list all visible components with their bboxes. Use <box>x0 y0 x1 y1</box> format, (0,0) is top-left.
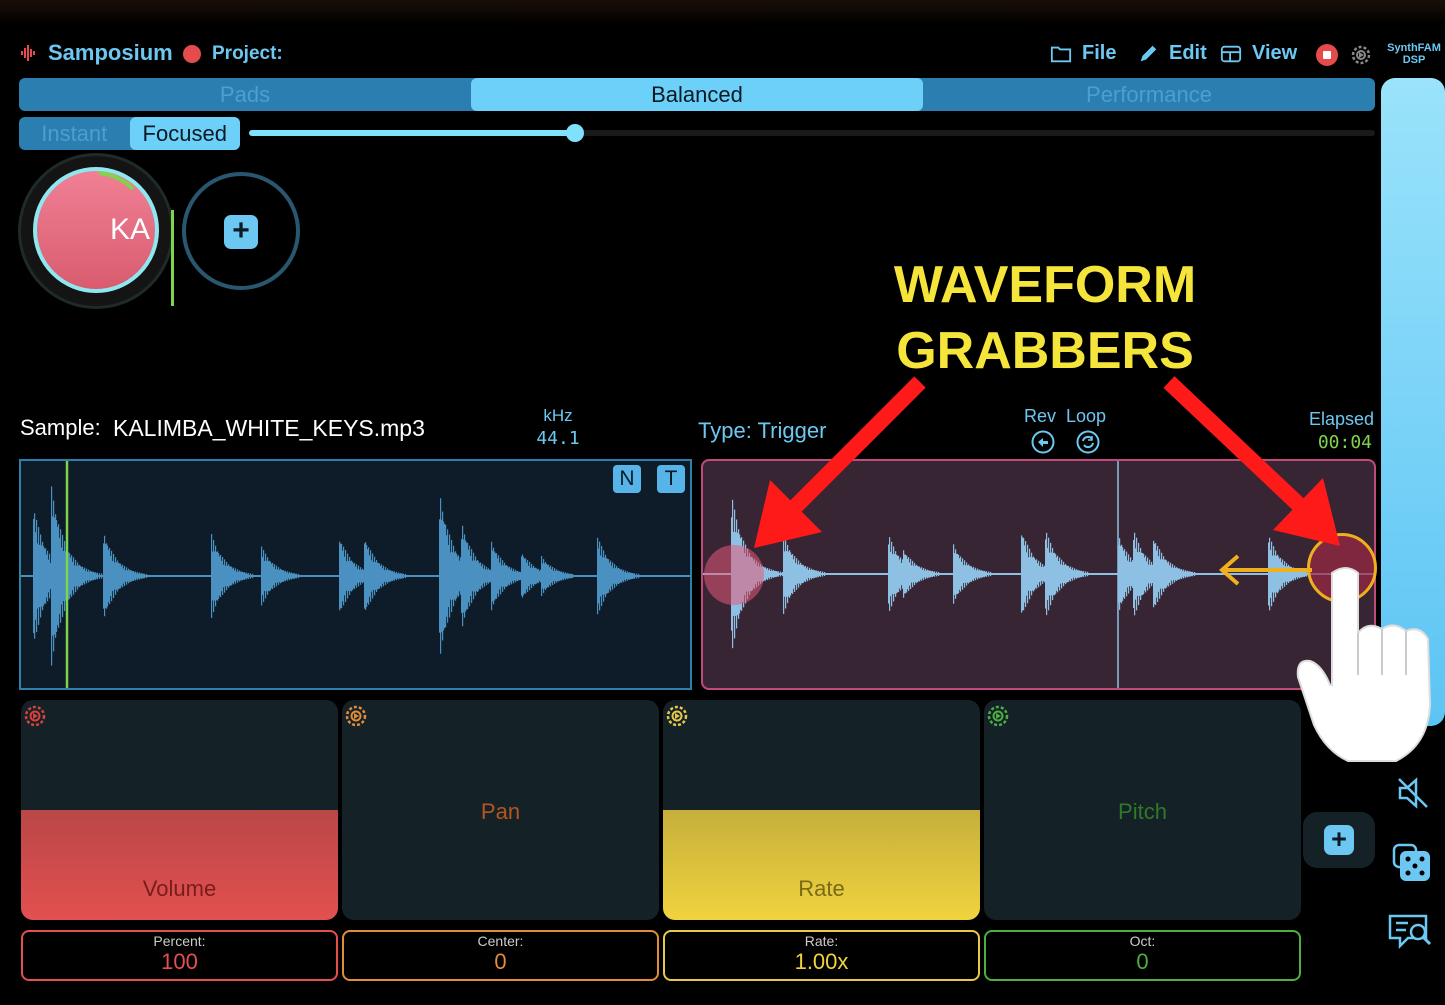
search-sample-icon[interactable] <box>1386 910 1434 950</box>
reverse-icon[interactable] <box>1031 430 1055 454</box>
project-status-icon <box>183 45 201 63</box>
add-control-button[interactable]: + <box>1324 825 1354 855</box>
rate-value: 1.00x <box>794 949 849 974</box>
volume-value-caption: Percent: <box>153 933 206 949</box>
volume-value: 100 <box>161 949 198 974</box>
rate-value-caption: Rate: <box>804 933 839 949</box>
folder-icon <box>1050 46 1072 62</box>
annotation-text: WAVEFORM GRABBERS <box>840 252 1250 384</box>
layout-icon <box>1220 45 1242 62</box>
rev-loop-label: Rev Loop <box>1024 406 1107 426</box>
brand-line-1: SynthFAM <box>1387 42 1441 54</box>
normalize-button[interactable]: N <box>613 465 641 493</box>
tab-performance[interactable]: Performance <box>923 78 1375 111</box>
pitch-settings-icon[interactable] <box>986 704 1010 728</box>
focus-slider-thumb[interactable] <box>566 124 584 142</box>
trim-button[interactable]: T <box>657 465 685 493</box>
dice-icon[interactable] <box>1392 843 1432 883</box>
pan-value-caption: Center: <box>477 933 524 949</box>
annotation-arrow-left <box>754 376 926 548</box>
view-menu[interactable]: View <box>1220 42 1297 65</box>
loop-icon[interactable] <box>1076 430 1100 454</box>
volume-control-panel[interactable]: Volume <box>21 700 338 920</box>
rate-level-fill <box>663 810 980 920</box>
sample-label: Sample: <box>20 415 101 440</box>
file-menu-label: File <box>1082 42 1117 64</box>
tab-instant[interactable]: Instant <box>19 117 130 150</box>
brand-logo: SynthFAM DSP <box>1380 42 1445 66</box>
pan-control-panel[interactable]: Pan <box>342 700 659 920</box>
pad-level-bar <box>171 210 174 306</box>
edit-menu[interactable]: Edit <box>1137 42 1207 65</box>
trigger-mode-tabs: Instant Focused <box>19 117 240 150</box>
annotation-line-1: WAVEFORM <box>893 256 1197 314</box>
rate-label: Rate <box>798 876 845 901</box>
mode-tab-bar: Pads Balanced Performance <box>19 78 1375 111</box>
settings-gear-icon[interactable] <box>1349 43 1373 67</box>
waveform-logo-icon <box>20 44 38 67</box>
pitch-control-panel[interactable]: Pitch <box>984 700 1301 920</box>
khz-value: 44.1 <box>536 428 580 449</box>
tab-pads[interactable]: Pads <box>19 78 471 111</box>
top-strip <box>0 0 1445 24</box>
volume-settings-icon[interactable] <box>23 704 47 728</box>
add-pad-button[interactable]: + <box>224 215 258 249</box>
pad-label: KA <box>110 213 151 246</box>
view-menu-label: View <box>1252 42 1298 64</box>
volume-level-fill <box>21 810 338 920</box>
volume-value-field[interactable]: Percent: 100 <box>21 930 338 981</box>
tab-balanced[interactable]: Balanced <box>471 78 923 111</box>
pan-value: 0 <box>494 949 507 974</box>
waveform-overview-graph <box>21 461 690 688</box>
rate-control-panel[interactable]: Rate <box>663 700 980 920</box>
brand-line-2: DSP <box>1402 54 1426 66</box>
sample-name[interactable]: KALIMBA_WHITE_KEYS.mp3 <box>113 415 425 442</box>
pencil-icon <box>1140 45 1157 61</box>
waveform-overview[interactable] <box>19 459 692 690</box>
focus-slider-fill <box>249 130 575 136</box>
app-title: Samposium <box>48 40 173 65</box>
pan-value-field[interactable]: Center: 0 <box>342 930 659 981</box>
rate-value-field[interactable]: Rate: 1.00x <box>663 930 980 981</box>
hand-pointer-icon <box>1296 567 1432 762</box>
file-menu[interactable]: File <box>1050 42 1116 65</box>
pan-settings-icon[interactable] <box>344 704 368 728</box>
edit-menu-label: Edit <box>1169 42 1207 64</box>
mute-icon[interactable] <box>1396 776 1430 810</box>
rate-settings-icon[interactable] <box>665 704 689 728</box>
pitch-label: Pitch <box>1118 799 1167 824</box>
tab-focused[interactable]: Focused <box>129 117 240 150</box>
khz-label: kHz <box>543 406 573 425</box>
annotation-arrow-right <box>1163 376 1340 546</box>
volume-label: Volume <box>142 876 217 901</box>
record-button[interactable] <box>1316 44 1338 66</box>
pitch-value-field[interactable]: Oct: 0 <box>984 930 1301 981</box>
pan-label: Pan <box>480 799 521 824</box>
project-label[interactable]: Project: <box>212 43 283 65</box>
pitch-value-caption: Oct: <box>1129 933 1156 949</box>
pitch-value: 0 <box>1136 949 1149 974</box>
